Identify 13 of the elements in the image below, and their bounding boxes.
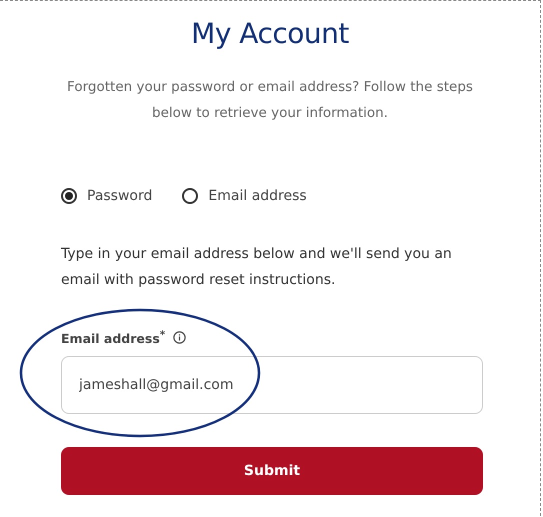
radio-icon[interactable]: [182, 188, 198, 204]
radio-icon[interactable]: [61, 188, 77, 204]
email-input-field[interactable]: jameshall@gmail.com: [61, 356, 483, 414]
submit-button[interactable]: Submit: [61, 447, 483, 496]
page-title: My Account: [190, 17, 350, 50]
radio-label: Password: [87, 188, 152, 204]
radio-label: Email address: [208, 188, 307, 204]
intro-text: Forgotten your password or email address? Follow the steps below to retrieve your information.: [66, 78, 474, 123]
field-label: Email address$^{*}$: [61, 329, 166, 346]
radio-option[interactable]: Email address: [182, 188, 307, 204]
instruction-text: Type in your email address below and we'll send you an email with password reset instructions.: [61, 245, 453, 290]
radio-option[interactable]: Password: [61, 188, 152, 204]
info-icon[interactable]: [173, 331, 186, 344]
